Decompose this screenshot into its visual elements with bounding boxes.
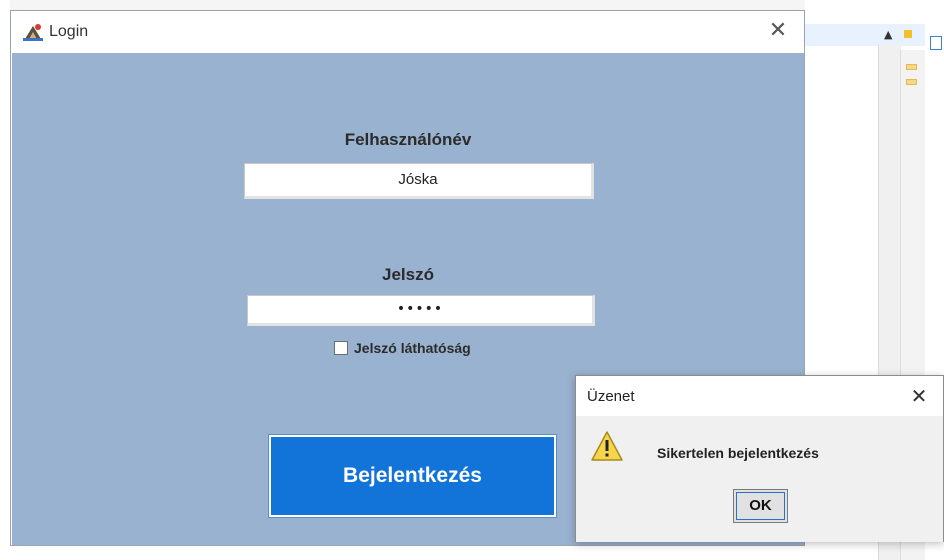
background-ide-editor-edge bbox=[0, 0, 10, 560]
message-text: Sikertelen bejelentkezés bbox=[657, 445, 819, 461]
background-ide-outline-icon[interactable] bbox=[930, 36, 942, 50]
login-titlebar: Login ✕ bbox=[11, 11, 804, 53]
background-ide-marker bbox=[906, 64, 917, 70]
background-ide-marker bbox=[904, 30, 912, 38]
message-dialog: Üzenet ✕ Sikertelen bejelentkezés OK bbox=[575, 375, 944, 542]
message-dialog-titlebar: Üzenet ✕ bbox=[576, 376, 943, 416]
username-field[interactable]: Jóska bbox=[244, 163, 594, 199]
warning-icon bbox=[591, 431, 623, 461]
java-app-icon bbox=[23, 23, 43, 41]
message-dialog-title: Üzenet bbox=[587, 388, 635, 405]
show-password-label[interactable]: Jelszó láthatóság bbox=[354, 340, 471, 356]
message-dialog-body: Sikertelen bejelentkezés OK bbox=[576, 416, 943, 542]
show-password-checkbox[interactable] bbox=[334, 341, 348, 355]
close-icon[interactable]: ✕ bbox=[766, 19, 790, 43]
password-label: Jelszó bbox=[382, 265, 434, 284]
background-ide-marker bbox=[906, 79, 917, 85]
username-label: Felhasználónév bbox=[344, 130, 472, 149]
background-ide-toggle-icon[interactable]: ▲ bbox=[884, 28, 892, 41]
login-window-title: Login bbox=[49, 23, 89, 40]
password-field[interactable]: ••••• bbox=[247, 295, 595, 326]
close-icon[interactable]: ✕ bbox=[907, 384, 931, 408]
login-button[interactable]: Bejelentkezés bbox=[268, 434, 557, 518]
ok-button[interactable]: OK bbox=[733, 489, 788, 523]
